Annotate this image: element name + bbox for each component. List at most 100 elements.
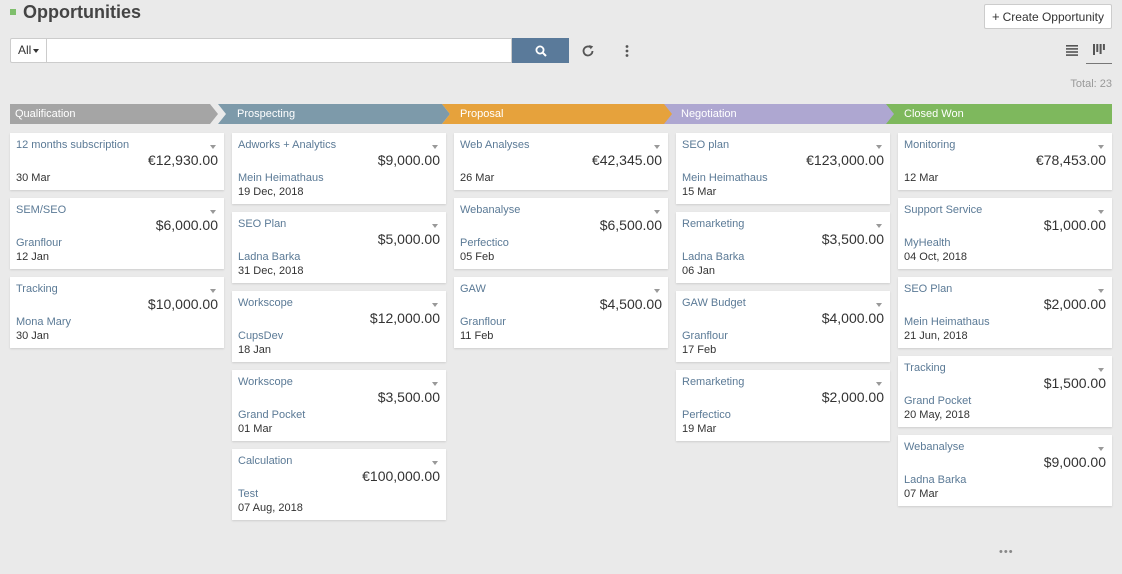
list-view-button[interactable] bbox=[1059, 36, 1085, 64]
opportunity-card[interactable]: Remarketing $2,000.00 Perfectico 19 Mar bbox=[676, 370, 890, 441]
refresh-button[interactable] bbox=[575, 38, 600, 63]
card-menu-button[interactable] bbox=[430, 374, 444, 386]
opportunity-name-link[interactable]: SEM/SEO bbox=[16, 204, 66, 216]
card-menu-button[interactable] bbox=[874, 216, 888, 228]
opportunity-account-link[interactable]: Mein Heimathaus bbox=[238, 172, 440, 184]
opportunity-card[interactable]: Webanalyse $6,500.00 Perfectico 05 Feb bbox=[454, 198, 668, 269]
opportunity-account-link[interactable]: Granflour bbox=[682, 330, 884, 342]
stage-prospecting: Prospecting bbox=[218, 104, 450, 124]
opportunity-card[interactable]: Adworks + Analytics $9,000.00 Mein Heima… bbox=[232, 133, 446, 204]
opportunity-name-link[interactable]: Tracking bbox=[904, 362, 946, 374]
opportunity-name-link[interactable]: Workscope bbox=[238, 297, 293, 309]
column-negotiation: SEO plan €123,000.00 Mein Heimathaus 15 … bbox=[676, 133, 890, 449]
card-menu-button[interactable] bbox=[208, 137, 222, 149]
opportunity-card[interactable]: SEO plan €123,000.00 Mein Heimathaus 15 … bbox=[676, 133, 890, 204]
opportunity-account-link[interactable]: Ladna Barka bbox=[682, 251, 884, 263]
opportunity-card[interactable]: Workscope $12,000.00 CupsDev 18 Jan bbox=[232, 291, 446, 362]
opportunity-card[interactable]: SEO Plan $2,000.00 Mein Heimathaus 21 Ju… bbox=[898, 277, 1112, 348]
caret-down-icon bbox=[1098, 145, 1104, 149]
opportunity-card[interactable]: SEM/SEO $6,000.00 Granflour 12 Jan bbox=[10, 198, 224, 269]
card-menu-button[interactable] bbox=[208, 202, 222, 214]
opportunity-account-link[interactable]: Test bbox=[238, 488, 440, 500]
opportunity-card[interactable]: GAW Budget $4,000.00 Granflour 17 Feb bbox=[676, 291, 890, 362]
opportunity-card[interactable]: Tracking $1,500.00 Grand Pocket 20 May, … bbox=[898, 356, 1112, 427]
card-menu-button[interactable] bbox=[652, 137, 666, 149]
opportunity-account-link[interactable]: Grand Pocket bbox=[904, 395, 1106, 407]
opportunity-name-link[interactable]: Calculation bbox=[238, 455, 292, 467]
opportunity-account-link[interactable]: Mein Heimathaus bbox=[682, 172, 884, 184]
opportunity-account-link[interactable]: Grand Pocket bbox=[238, 409, 440, 421]
opportunity-card[interactable]: Webanalyse $9,000.00 Ladna Barka 07 Mar bbox=[898, 435, 1112, 506]
opportunity-name-link[interactable]: SEO Plan bbox=[238, 218, 286, 230]
kanban-view-button[interactable] bbox=[1086, 36, 1112, 64]
opportunity-name-link[interactable]: 12 months subscription bbox=[16, 139, 129, 151]
opportunity-name-link[interactable]: Tracking bbox=[16, 283, 58, 295]
opportunity-amount: €100,000.00 bbox=[362, 468, 440, 484]
card-menu-button[interactable] bbox=[430, 137, 444, 149]
opportunity-name-link[interactable]: Workscope bbox=[238, 376, 293, 388]
opportunity-name-link[interactable]: Web Analyses bbox=[460, 139, 530, 151]
card-menu-button[interactable] bbox=[1096, 360, 1110, 372]
card-menu-button[interactable] bbox=[652, 281, 666, 293]
opportunity-card[interactable]: Support Service $1,000.00 MyHealth 04 Oc… bbox=[898, 198, 1112, 269]
opportunity-name-link[interactable]: GAW Budget bbox=[682, 297, 746, 309]
opportunity-name-link[interactable]: Webanalyse bbox=[460, 204, 520, 216]
opportunity-card[interactable]: Remarketing $3,500.00 Ladna Barka 06 Jan bbox=[676, 212, 890, 283]
opportunity-card[interactable]: Web Analyses €42,345.00 26 Mar bbox=[454, 133, 668, 190]
opportunity-card[interactable]: Workscope $3,500.00 Grand Pocket 01 Mar bbox=[232, 370, 446, 441]
opportunity-name-link[interactable]: GAW bbox=[460, 283, 486, 295]
opportunity-account-link[interactable]: Mona Mary bbox=[16, 316, 218, 328]
opportunity-account-link[interactable]: Ladna Barka bbox=[238, 251, 440, 263]
card-menu-button[interactable] bbox=[430, 216, 444, 228]
opportunity-name-link[interactable]: Monitoring bbox=[904, 139, 955, 151]
opportunity-account-link[interactable]: Ladna Barka bbox=[904, 474, 1106, 486]
caret-down-icon bbox=[876, 382, 882, 386]
page-title: Opportunities bbox=[23, 2, 141, 22]
card-menu-button[interactable] bbox=[1096, 439, 1110, 451]
opportunity-amount: $3,500.00 bbox=[377, 389, 440, 405]
card-menu-button[interactable] bbox=[874, 295, 888, 307]
card-menu-button[interactable] bbox=[1096, 137, 1110, 149]
more-options-button[interactable] bbox=[614, 38, 639, 63]
opportunity-name-link[interactable]: Remarketing bbox=[682, 376, 744, 388]
opportunity-card[interactable]: Monitoring €78,453.00 12 Mar bbox=[898, 133, 1112, 190]
opportunity-card[interactable]: 12 months subscription €12,930.00 30 Mar bbox=[10, 133, 224, 190]
search-input[interactable] bbox=[47, 38, 512, 63]
opportunity-card[interactable]: GAW $4,500.00 Granflour 11 Feb bbox=[454, 277, 668, 348]
card-menu-button[interactable] bbox=[874, 137, 888, 149]
opportunity-card[interactable]: SEO Plan $5,000.00 Ladna Barka 31 Dec, 2… bbox=[232, 212, 446, 283]
opportunity-account-link[interactable]: Granflour bbox=[460, 316, 662, 328]
opportunity-name-link[interactable]: SEO plan bbox=[682, 139, 729, 151]
opportunity-account-link[interactable]: CupsDev bbox=[238, 330, 440, 342]
show-more-button[interactable]: ••• bbox=[999, 546, 1014, 558]
opportunity-name-link[interactable]: Remarketing bbox=[682, 218, 744, 230]
opportunity-account-link[interactable]: Mein Heimathaus bbox=[904, 316, 1106, 328]
opportunity-name-link[interactable]: Adworks + Analytics bbox=[238, 139, 336, 151]
create-opportunity-button[interactable]: + Create Opportunity bbox=[984, 4, 1112, 29]
card-menu-button[interactable] bbox=[874, 374, 888, 386]
opportunity-name-link[interactable]: SEO Plan bbox=[904, 283, 952, 295]
opportunity-name-link[interactable]: Webanalyse bbox=[904, 441, 964, 453]
opportunity-close-date: 15 Mar bbox=[682, 186, 717, 198]
opportunity-account-link[interactable]: Granflour bbox=[16, 237, 218, 249]
filter-dropdown[interactable]: All bbox=[10, 38, 47, 63]
card-menu-button[interactable] bbox=[652, 202, 666, 214]
opportunity-account-link[interactable]: MyHealth bbox=[904, 237, 1106, 249]
opportunity-close-date: 06 Jan bbox=[682, 265, 716, 277]
opportunity-amount: $6,500.00 bbox=[599, 217, 662, 233]
opportunity-account-link[interactable]: Perfectico bbox=[682, 409, 884, 421]
stage-label: Qualification bbox=[15, 108, 76, 120]
card-menu-button[interactable] bbox=[430, 295, 444, 307]
caret-down-icon bbox=[432, 303, 438, 307]
card-menu-button[interactable] bbox=[1096, 202, 1110, 214]
opportunity-card[interactable]: Calculation €100,000.00 Test 07 Aug, 201… bbox=[232, 449, 446, 520]
card-menu-button[interactable] bbox=[430, 453, 444, 465]
opportunity-name-link[interactable]: Support Service bbox=[904, 204, 982, 216]
opportunity-card[interactable]: Tracking $10,000.00 Mona Mary 30 Jan bbox=[10, 277, 224, 348]
search-button[interactable] bbox=[512, 38, 569, 63]
card-menu-button[interactable] bbox=[208, 281, 222, 293]
caret-down-icon bbox=[210, 210, 216, 214]
card-menu-button[interactable] bbox=[1096, 281, 1110, 293]
opportunity-account-link[interactable]: Perfectico bbox=[460, 237, 662, 249]
opportunity-amount: €12,930.00 bbox=[147, 152, 218, 168]
